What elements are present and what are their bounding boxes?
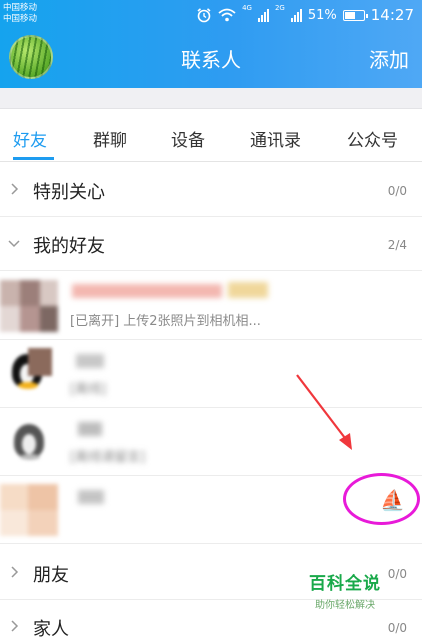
alarm-icon: [197, 8, 211, 23]
page-title: 联系人: [181, 48, 241, 72]
active-tab-indicator: [13, 157, 54, 160]
app-header: 中国移动 中国移动 4G 2G 51% 14:27 联系人 添加: [0, 0, 422, 88]
network-2g-label: 2G: [274, 4, 285, 12]
friend-row[interactable]: [离线请留言]: [0, 408, 422, 476]
chevron-down-icon: [8, 240, 20, 248]
tab-devices[interactable]: 设备: [171, 126, 205, 151]
battery-percent: 51%: [307, 7, 337, 23]
friend-avatar: [0, 348, 58, 400]
friend-avatar: [0, 484, 58, 536]
friend-name-redacted: [70, 350, 300, 368]
signal-icon: [257, 8, 269, 22]
group-count: 2/4: [387, 238, 407, 252]
carrier-labels: 中国移动 中国移动: [3, 3, 37, 25]
group-count: 0/0: [387, 184, 407, 198]
group-label: 朋友: [33, 565, 69, 586]
wifi-icon: [218, 8, 236, 22]
friend-name-redacted: [70, 486, 300, 504]
friend-name-redacted: [70, 282, 300, 300]
chevron-right-icon: [11, 620, 19, 632]
friend-status: [离线请留言]: [70, 450, 146, 465]
group-label: 特别关心: [33, 182, 105, 203]
group-special-care[interactable]: 特别关心 0/0: [0, 163, 422, 217]
signal-icon: [290, 8, 302, 22]
friend-name-redacted: [70, 418, 300, 436]
battery-icon: [342, 9, 368, 21]
group-count: 0/0: [387, 567, 407, 581]
tab-official-accounts[interactable]: 公众号: [347, 126, 398, 151]
group-label: 我的好友: [33, 236, 105, 257]
tab-groups[interactable]: 群聊: [93, 126, 127, 151]
contact-tabs: 好友 群聊 设备 通讯录 公众号: [0, 110, 422, 162]
friend-row[interactable]: [已离开] 上传2张照片到相机相...: [0, 272, 422, 340]
group-my-friends[interactable]: 我的好友 2/4: [0, 217, 422, 271]
group-count: 0/0: [387, 621, 407, 635]
carrier-1: 中国移动: [3, 3, 38, 13]
group-label: 家人: [33, 619, 69, 637]
chevron-right-icon: [11, 183, 19, 195]
network-4g-label: 4G: [242, 4, 252, 12]
tab-address-book[interactable]: 通讯录: [250, 126, 301, 151]
status-bar: 中国移动 中国移动 4G 2G 51% 14:27: [0, 0, 422, 30]
add-contact-button[interactable]: 添加: [369, 44, 409, 73]
friend-avatar: [0, 280, 58, 332]
group-friends[interactable]: 朋友 0/0: [0, 546, 422, 600]
clock: 14:27: [370, 6, 414, 24]
tab-friends[interactable]: 好友: [13, 126, 47, 151]
friend-status: [已离开] 上传2张照片到相机相...: [70, 314, 261, 329]
friend-status: [离线]: [70, 382, 107, 397]
friend-row[interactable]: [离线]: [0, 340, 422, 408]
carrier-2: 中国移动: [3, 14, 38, 24]
friend-avatar: [0, 416, 58, 468]
chevron-right-icon: [11, 566, 19, 578]
group-family[interactable]: 家人 0/0: [0, 600, 422, 637]
sailboat-icon[interactable]: ⛵: [380, 490, 405, 510]
status-icons: 4G 2G 51% 14:27: [196, 4, 414, 26]
search-bar[interactable]: [0, 88, 422, 109]
